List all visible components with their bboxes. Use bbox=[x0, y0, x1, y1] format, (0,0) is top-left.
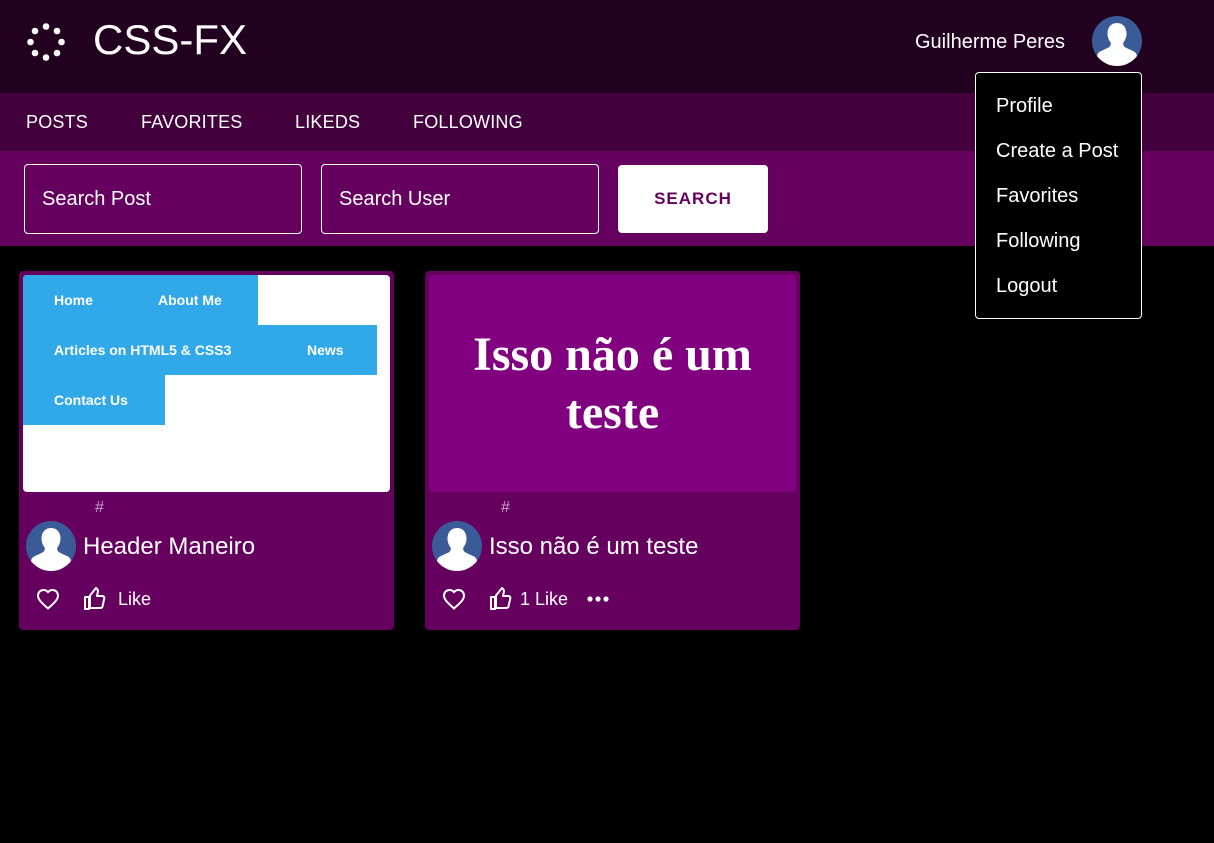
preview-banner-text: Isso não é um teste bbox=[473, 327, 752, 439]
post-title[interactable]: Header Maneiro bbox=[83, 533, 255, 561]
post-preview[interactable]: Isso não é um teste bbox=[429, 275, 796, 492]
post-card[interactable]: Isso não é um teste # Isso não é um test… bbox=[425, 271, 800, 630]
author-avatar[interactable] bbox=[26, 521, 76, 571]
search-post-input[interactable] bbox=[24, 164, 302, 234]
user-dropdown-menu: Profile Create a Post Favorites Followin… bbox=[975, 72, 1142, 319]
heart-icon[interactable] bbox=[442, 588, 466, 610]
nav-following[interactable]: FOLLOWING bbox=[413, 112, 523, 132]
author-avatar[interactable] bbox=[432, 521, 482, 571]
preview-menu-row: Contact Us bbox=[23, 375, 165, 425]
preview-link: Articles on HTML5 & CSS3 bbox=[54, 342, 232, 358]
post-title[interactable]: Isso não é um teste bbox=[489, 533, 698, 561]
preview-link: Contact Us bbox=[54, 392, 128, 408]
preview-menu-row: Home About Me bbox=[23, 275, 258, 325]
search-button[interactable]: SEARCH bbox=[618, 165, 768, 233]
app-title[interactable]: CSS-FX bbox=[93, 15, 247, 65]
menu-item-profile[interactable]: Profile bbox=[996, 94, 1053, 118]
more-options-icon[interactable] bbox=[587, 596, 609, 602]
nav-favorites[interactable]: FAVORITES bbox=[141, 112, 243, 132]
nav-posts[interactable]: POSTS bbox=[26, 112, 88, 132]
user-name[interactable]: Guilherme Peres bbox=[915, 30, 1065, 54]
thumbs-up-icon[interactable] bbox=[489, 587, 513, 611]
preview-link: News bbox=[307, 342, 344, 358]
like-count[interactable]: Like bbox=[118, 589, 151, 609]
preview-menu-row: Articles on HTML5 & CSS3 News bbox=[23, 325, 377, 375]
user-silhouette-icon bbox=[26, 521, 76, 571]
thumbs-up-icon[interactable] bbox=[83, 587, 107, 611]
preview-link: Home bbox=[54, 292, 93, 308]
preview-link: About Me bbox=[158, 292, 222, 308]
user-silhouette-icon bbox=[432, 521, 482, 571]
search-user-input[interactable] bbox=[321, 164, 599, 234]
menu-item-logout[interactable]: Logout bbox=[996, 274, 1057, 298]
post-card[interactable]: Home About Me Articles on HTML5 & CSS3 N… bbox=[19, 271, 394, 630]
user-avatar[interactable] bbox=[1092, 16, 1142, 66]
user-silhouette-icon bbox=[1092, 16, 1142, 66]
post-preview[interactable]: Home About Me Articles on HTML5 & CSS3 N… bbox=[23, 275, 390, 492]
menu-item-favorites[interactable]: Favorites bbox=[996, 184, 1078, 208]
heart-icon[interactable] bbox=[36, 588, 60, 610]
spinner-dots-icon[interactable] bbox=[27, 23, 65, 61]
post-hash[interactable]: # bbox=[501, 498, 510, 518]
menu-item-following[interactable]: Following bbox=[996, 229, 1080, 253]
menu-item-create-post[interactable]: Create a Post bbox=[996, 139, 1118, 163]
like-count[interactable]: 1 Like bbox=[520, 589, 568, 609]
nav-likeds[interactable]: LIKEDS bbox=[295, 112, 360, 132]
post-hash[interactable]: # bbox=[95, 498, 104, 518]
